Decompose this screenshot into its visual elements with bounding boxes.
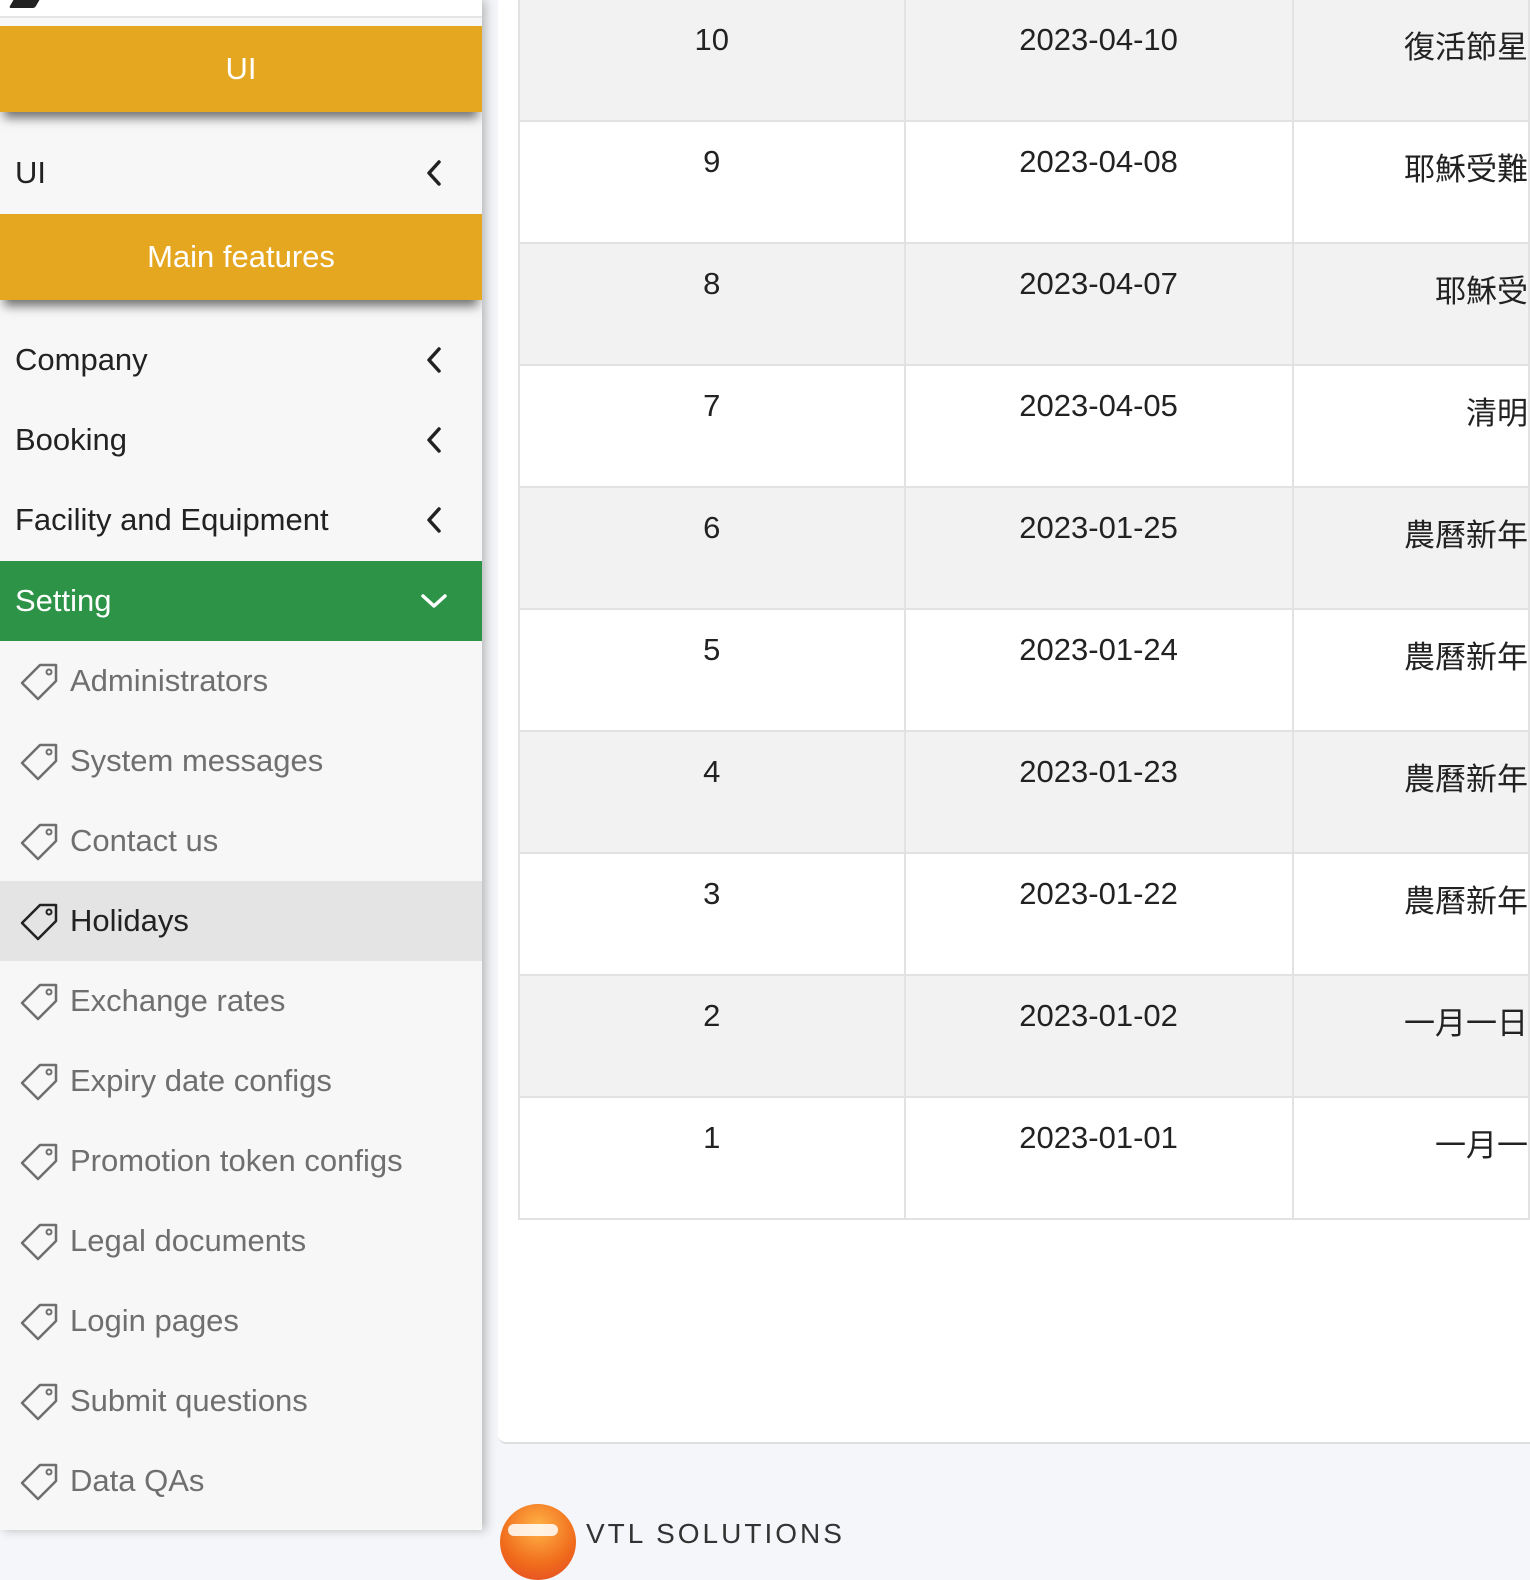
app-logo[interactable]	[8, 0, 46, 8]
sidebar-item-label: Promotion token configs	[70, 1143, 403, 1178]
chevron-down-icon	[414, 581, 454, 621]
sidebar-menu-facility-and-equipment[interactable]: Facility and Equipment	[0, 480, 482, 560]
cell-date: 2023-04-10	[903, 0, 1294, 122]
chevron-left-icon	[414, 153, 454, 193]
sidebar-menu-label: UI	[15, 155, 46, 190]
table-row[interactable]: 7 2023-04-05 清明	[518, 364, 1530, 488]
cell-date: 2023-01-23	[903, 730, 1294, 854]
cell-date: 2023-01-24	[903, 608, 1294, 732]
cell-id: 7	[518, 364, 906, 488]
sidebar-item-holidays[interactable]: Holidays	[0, 881, 482, 961]
sidebar-menu-label: Setting	[15, 583, 112, 618]
cell-name: 清明	[1291, 364, 1530, 488]
cell-name: 農曆新年	[1291, 608, 1530, 732]
tag-icon	[20, 743, 58, 781]
cell-date: 2023-01-25	[903, 486, 1294, 610]
sidebar-menu-label: Facility and Equipment	[15, 502, 329, 537]
cell-name: 復活節星	[1291, 0, 1530, 122]
sidebar-menu-setting[interactable]: Setting	[0, 561, 482, 641]
footer-brand: VTL SOLUTIONS	[586, 1518, 845, 1549]
cell-name: 一月一日	[1291, 974, 1530, 1098]
sidebar-item-submit-questions[interactable]: Submit questions	[0, 1361, 482, 1441]
sidebar-menu-company[interactable]: Company	[0, 320, 482, 400]
sidebar-item-system-messages[interactable]: System messages	[0, 721, 482, 801]
table-row[interactable]: 3 2023-01-22 農曆新年	[518, 852, 1530, 976]
table-row[interactable]: 8 2023-04-07 耶穌受	[518, 242, 1530, 366]
tag-icon	[20, 903, 58, 941]
sidebar-menu-booking[interactable]: Booking	[0, 400, 482, 480]
cell-id: 2	[518, 974, 906, 1098]
sidebar-item-administrators[interactable]: Administrators	[0, 641, 482, 721]
cell-id: 8	[518, 242, 906, 366]
sidebar-item-contact-us[interactable]: Contact us	[0, 801, 482, 881]
tag-icon	[20, 1063, 58, 1101]
cell-id: 9	[518, 120, 906, 244]
cell-date: 2023-01-22	[903, 852, 1294, 976]
cell-id: 3	[518, 852, 906, 976]
cell-name: 農曆新年	[1291, 486, 1530, 610]
table-row[interactable]: 10 2023-04-10 復活節星	[518, 0, 1530, 122]
tag-icon	[20, 823, 58, 861]
table-row[interactable]: 6 2023-01-25 農曆新年	[518, 486, 1530, 610]
sidebar-item-label: Data QAs	[70, 1463, 205, 1498]
chevron-left-icon	[414, 340, 454, 380]
tag-icon	[20, 663, 58, 701]
cell-date: 2023-04-07	[903, 242, 1294, 366]
sidebar-item-label: System messages	[70, 743, 324, 778]
cell-id: 1	[518, 1096, 906, 1220]
sidebar-menu-ui[interactable]: UI	[0, 133, 482, 213]
sidebar-item-data-qas[interactable]: Data QAs	[0, 1441, 482, 1521]
company-logo	[500, 1504, 576, 1580]
table-row[interactable]: 4 2023-01-23 農曆新年	[518, 730, 1530, 854]
cell-name: 耶穌受	[1291, 242, 1530, 366]
chevron-left-icon	[414, 420, 454, 460]
tag-icon	[20, 1223, 58, 1261]
sidebar-item-label: Administrators	[70, 663, 269, 698]
sidebar-item-exchange-rates[interactable]: Exchange rates	[0, 961, 482, 1041]
table-row[interactable]: 2 2023-01-02 一月一日	[518, 974, 1530, 1098]
cell-name: 耶穌受難	[1291, 120, 1530, 244]
sidebar-item-label: Legal documents	[70, 1223, 307, 1258]
sidebar-item-legal-documents[interactable]: Legal documents	[0, 1201, 482, 1281]
sidebar-item-label: Expiry date configs	[70, 1063, 332, 1098]
sidebar-item-label: Exchange rates	[70, 983, 286, 1018]
cell-date: 2023-04-08	[903, 120, 1294, 244]
cell-id: 10	[518, 0, 906, 122]
cell-id: 6	[518, 486, 906, 610]
sidebar-item-expiry-date-configs[interactable]: Expiry date configs	[0, 1041, 482, 1121]
tag-icon	[20, 1303, 58, 1341]
cell-date: 2023-04-05	[903, 364, 1294, 488]
tag-icon	[20, 1463, 58, 1501]
cell-date: 2023-01-02	[903, 974, 1294, 1098]
sidebar-item-promotion-token-configs[interactable]: Promotion token configs	[0, 1121, 482, 1201]
table-row[interactable]: 9 2023-04-08 耶穌受難	[518, 120, 1530, 244]
table-row[interactable]: 1 2023-01-01 一月一	[518, 1096, 1530, 1220]
sidebar-menu-label: Company	[15, 342, 148, 377]
sidebar-item-label: Holidays	[70, 903, 189, 938]
cell-name: 農曆新年	[1291, 852, 1530, 976]
chevron-left-icon	[414, 500, 454, 540]
sidebar-item-label: Contact us	[70, 823, 219, 858]
cell-id: 5	[518, 608, 906, 732]
sidebar-menu-label: Booking	[15, 422, 128, 457]
table-row[interactable]: 5 2023-01-24 農曆新年	[518, 608, 1530, 732]
section-header-main-features: Main features	[0, 214, 482, 300]
cell-date: 2023-01-01	[903, 1096, 1294, 1220]
cell-name: 農曆新年	[1291, 730, 1530, 854]
cell-id: 4	[518, 730, 906, 854]
main-content-card: 10 2023-04-10 復活節星 9 2023-04-08 耶穌受難 8 2…	[498, 0, 1530, 1444]
sidebar-item-label: Login pages	[70, 1303, 239, 1338]
cell-name: 一月一	[1291, 1096, 1530, 1220]
section-header-ui: UI	[0, 26, 482, 112]
sidebar-item-login-pages[interactable]: Login pages	[0, 1281, 482, 1361]
tag-icon	[20, 1383, 58, 1421]
tag-icon	[20, 1143, 58, 1181]
holidays-table: 10 2023-04-10 復活節星 9 2023-04-08 耶穌受難 8 2…	[518, 0, 1530, 1220]
sidebar: UI UI Main features Company Booking Faci…	[0, 0, 482, 1530]
sidebar-item-label: Submit questions	[70, 1383, 308, 1418]
logo-strip	[0, 0, 482, 18]
footer: VTL SOLUTIONS	[498, 1442, 1530, 1580]
tag-icon	[20, 983, 58, 1021]
